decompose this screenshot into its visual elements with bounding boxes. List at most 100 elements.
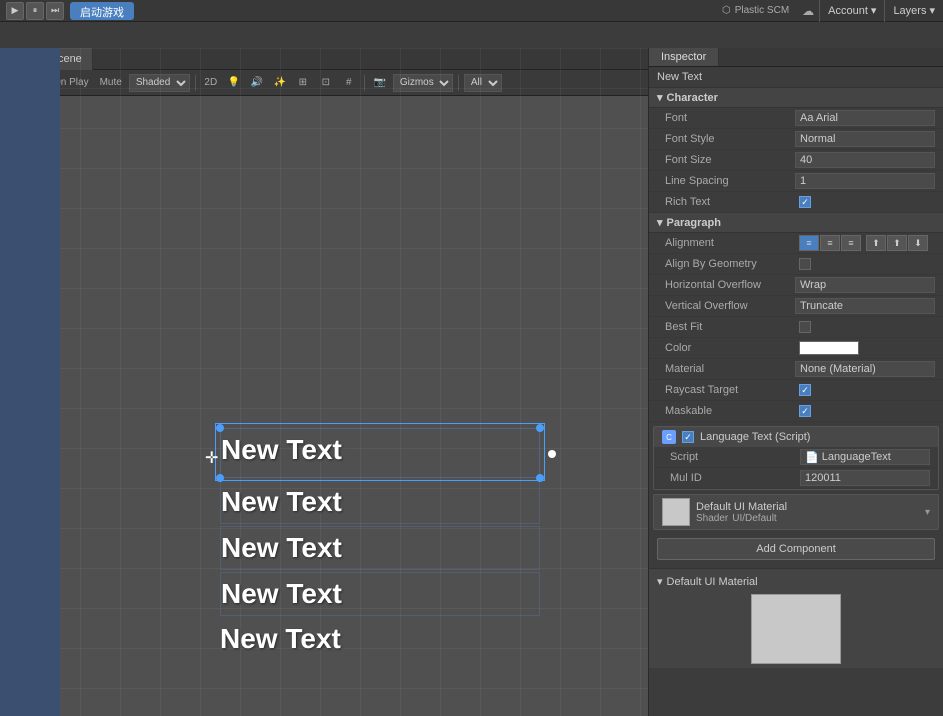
bottom-material-section: ▾ Default UI Material bbox=[649, 568, 943, 668]
plastic-label: Plastic SCM bbox=[735, 5, 789, 16]
font-size-label: Font Size bbox=[665, 154, 795, 166]
align-bottom-btn[interactable]: ⬇ bbox=[908, 235, 928, 251]
default-material-info: Default UI Material Shader UI/Default bbox=[696, 501, 787, 524]
move-handle[interactable]: ✛ bbox=[205, 448, 218, 468]
scene-text-4: New Text bbox=[221, 573, 539, 615]
align-by-geometry-row: Align By Geometry bbox=[649, 254, 943, 275]
pause-button[interactable]: ⏸ bbox=[26, 2, 44, 20]
line-spacing-value[interactable]: 1 bbox=[795, 173, 935, 189]
language-text-label: Language Text (Script) bbox=[700, 431, 810, 443]
handle-mid-right[interactable] bbox=[548, 450, 556, 458]
align-middle-btn[interactable]: ⬆ bbox=[887, 235, 907, 251]
character-section-header[interactable]: ▾ Character bbox=[649, 88, 943, 108]
shader-row: Shader UI/Default bbox=[696, 513, 787, 524]
alignment-row: Alignment ≡ ≡ ≡ ⬆ ⬆ ⬇ bbox=[649, 233, 943, 254]
collapse-indicator[interactable]: ▾ bbox=[925, 507, 930, 518]
scene-grid: ✛ New Text New Text New Text New Text Ne… bbox=[0, 48, 648, 716]
mul-id-label: Mul ID bbox=[670, 472, 800, 484]
alignment-label: Alignment bbox=[665, 237, 795, 249]
layers-button[interactable]: Layers ▾ bbox=[884, 0, 943, 22]
maskable-checkbox[interactable]: ✓ bbox=[799, 405, 811, 417]
vert-overflow-value[interactable]: Truncate bbox=[795, 298, 935, 314]
default-material-name: Default UI Material bbox=[696, 501, 787, 513]
material-large-swatch bbox=[751, 594, 841, 664]
paragraph-section-header[interactable]: ▾ Paragraph bbox=[649, 213, 943, 233]
align-by-geometry-label: Align By Geometry bbox=[665, 258, 795, 270]
font-value[interactable]: Aa Arial bbox=[795, 110, 935, 126]
alignment-buttons: ≡ ≡ ≡ ⬆ ⬆ ⬇ bbox=[799, 235, 928, 251]
handle-tr[interactable] bbox=[536, 424, 544, 432]
rich-text-checkbox[interactable]: ✓ bbox=[799, 196, 811, 208]
color-swatch[interactable] bbox=[799, 341, 859, 355]
rich-text-value[interactable]: ✓ bbox=[795, 194, 935, 210]
color-row: Color bbox=[649, 338, 943, 359]
script-icon: 📄 bbox=[805, 451, 819, 464]
align-by-geometry-checkbox[interactable] bbox=[799, 258, 811, 270]
handle-bl[interactable] bbox=[216, 474, 224, 482]
scene-left-panel bbox=[0, 48, 60, 716]
scene-area: ⋮ ⬡ Scene Maximize On Play Mute Shaded 2… bbox=[0, 48, 648, 716]
font-label: Font bbox=[665, 112, 795, 124]
raycast-checkbox[interactable]: ✓ bbox=[799, 384, 811, 396]
maskable-label: Maskable bbox=[665, 405, 795, 417]
horiz-overflow-label: Horizontal Overflow bbox=[665, 279, 795, 291]
color-value[interactable] bbox=[795, 340, 935, 356]
launch-button[interactable]: 启动游戏 bbox=[70, 2, 134, 20]
align-top-btn[interactable]: ⬆ bbox=[866, 235, 886, 251]
color-label: Color bbox=[665, 342, 795, 354]
scene-text-5: New Text bbox=[220, 618, 540, 660]
best-fit-checkbox[interactable] bbox=[799, 321, 811, 333]
line-spacing-row: Line Spacing 1 bbox=[649, 171, 943, 192]
raycast-row: Raycast Target ✓ bbox=[649, 380, 943, 401]
mul-id-row: Mul ID 120011 bbox=[654, 468, 938, 489]
text-objects-container: ✛ New Text New Text New Text New Text Ne… bbox=[220, 428, 540, 662]
scene-text-2: New Text bbox=[221, 481, 539, 523]
add-component-button[interactable]: Add Component bbox=[657, 538, 935, 560]
component-enable-checkbox[interactable]: ✓ bbox=[682, 431, 694, 443]
material-preview-large bbox=[657, 594, 935, 664]
paragraph-section-label: Paragraph bbox=[667, 217, 721, 229]
font-style-label: Font Style bbox=[665, 133, 795, 145]
material-value[interactable]: None (Material) bbox=[795, 361, 935, 377]
language-text-header: C ✓ Language Text (Script) bbox=[654, 427, 938, 447]
bottom-material-header: ▾ Default UI Material bbox=[657, 573, 935, 590]
align-by-geometry-value[interactable] bbox=[795, 256, 935, 272]
material-row: Material None (Material) bbox=[649, 359, 943, 380]
mul-id-value[interactable]: 120011 bbox=[800, 470, 930, 486]
play-button[interactable]: ▶ bbox=[6, 2, 24, 20]
inspector-tabs: Inspector bbox=[649, 48, 943, 67]
script-value[interactable]: 📄 LanguageText bbox=[800, 449, 930, 465]
align-center-btn[interactable]: ≡ bbox=[820, 235, 840, 251]
tab-inspector[interactable]: Inspector bbox=[649, 48, 719, 66]
cloud-button[interactable]: ☁ bbox=[797, 0, 819, 22]
line-spacing-label: Line Spacing bbox=[665, 175, 795, 187]
align-right-btn[interactable]: ≡ bbox=[841, 235, 861, 251]
best-fit-label: Best Fit bbox=[665, 321, 795, 333]
rich-text-row: Rich Text ✓ bbox=[649, 192, 943, 213]
chevron-down-icon: ▾ bbox=[657, 216, 663, 229]
character-section-label: Character bbox=[667, 92, 718, 104]
handle-br[interactable] bbox=[536, 474, 544, 482]
handle-tl[interactable] bbox=[216, 424, 224, 432]
account-button[interactable]: Account ▾ bbox=[819, 0, 884, 22]
horiz-overflow-value[interactable]: Wrap bbox=[795, 277, 935, 293]
account-label: Account bbox=[828, 5, 868, 17]
chevron-right-icon: ▾ bbox=[657, 575, 663, 588]
vert-overflow-label: Vertical Overflow bbox=[665, 300, 795, 312]
scene-text-row-2: New Text bbox=[220, 480, 540, 524]
align-left-btn[interactable]: ≡ bbox=[799, 235, 819, 251]
plastic-scm-indicator: ⬡ Plastic SCM bbox=[714, 5, 797, 16]
step-button[interactable]: ⏭ bbox=[46, 2, 64, 20]
component-icon: C bbox=[662, 430, 676, 444]
raycast-value[interactable]: ✓ bbox=[795, 382, 935, 398]
plastic-icon: ⬡ bbox=[722, 5, 731, 16]
chevron-down-icon: ▾ bbox=[871, 4, 877, 17]
font-size-value[interactable]: 40 bbox=[795, 152, 935, 168]
material-preview bbox=[662, 498, 690, 526]
font-style-value[interactable]: Normal bbox=[795, 131, 935, 147]
top-right-controls: ⬡ Plastic SCM ☁ Account ▾ Layers ▾ bbox=[714, 0, 943, 22]
rich-text-label: Rich Text bbox=[665, 196, 795, 208]
maskable-value[interactable]: ✓ bbox=[795, 403, 935, 419]
font-row: Font Aa Arial bbox=[649, 108, 943, 129]
best-fit-value[interactable] bbox=[795, 319, 935, 335]
